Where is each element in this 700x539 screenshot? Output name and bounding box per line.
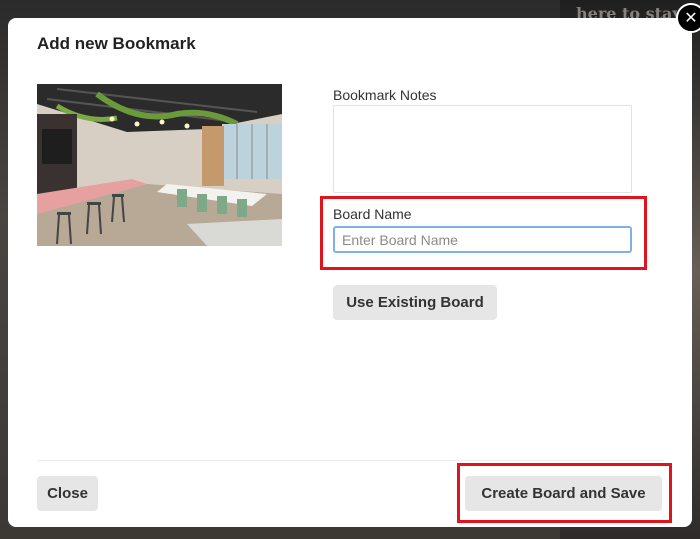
use-existing-board-button[interactable]: Use Existing Board [333,285,497,320]
board-name-label: Board Name [333,206,412,222]
notes-label: Bookmark Notes [333,87,437,103]
close-button[interactable]: Close [37,476,98,511]
modal-title: Add new Bookmark [37,34,196,53]
bookmark-image [37,84,282,246]
footer-divider [37,460,663,461]
notes-textarea[interactable] [333,105,632,193]
close-x-icon[interactable]: ✕ [676,3,700,33]
create-board-and-save-button[interactable]: Create Board and Save [465,476,662,511]
board-name-input[interactable] [333,226,632,253]
